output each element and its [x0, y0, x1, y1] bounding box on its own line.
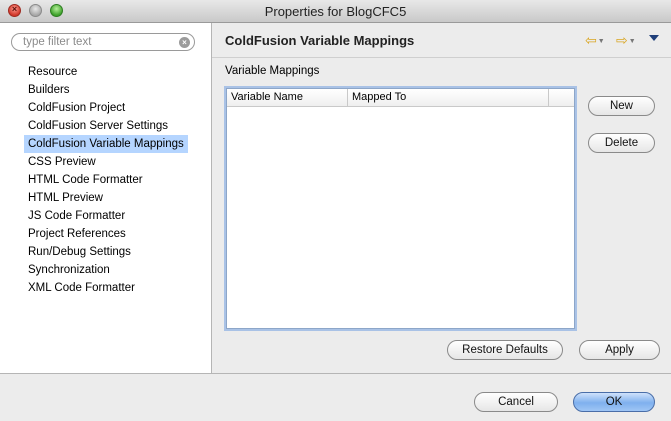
- tree-item[interactable]: XML Code Formatter: [24, 279, 188, 297]
- tree-item[interactable]: JS Code Formatter: [24, 207, 188, 225]
- title-bar: × Properties for BlogCFC5: [0, 0, 671, 23]
- filter-input[interactable]: type filter text ×: [11, 33, 195, 51]
- arrow-right-icon: ⇨: [616, 32, 628, 48]
- ok-button[interactable]: OK: [573, 392, 655, 412]
- window-title: Properties for BlogCFC5: [264, 4, 407, 19]
- delete-button[interactable]: Delete: [588, 133, 655, 153]
- tree-item[interactable]: ColdFusion Server Settings: [24, 117, 188, 135]
- page-header: ColdFusion Variable Mappings ⇦▼ ⇨▼: [212, 23, 671, 58]
- tree-item[interactable]: ColdFusion Variable Mappings: [24, 135, 188, 153]
- tree-item[interactable]: Synchronization: [24, 261, 188, 279]
- filter-placeholder: type filter text: [23, 36, 92, 48]
- chevron-down-icon: ▼: [597, 38, 605, 45]
- clear-icon[interactable]: ×: [179, 37, 190, 48]
- properties-dialog: × Properties for BlogCFC5 type filter te…: [0, 0, 671, 421]
- forward-button[interactable]: ⇨▼: [616, 32, 636, 48]
- column-header-variable-name[interactable]: Variable Name: [227, 89, 348, 106]
- new-button[interactable]: New: [588, 96, 655, 116]
- sidebar: type filter text × Resource Builders ColdF…: [0, 23, 212, 373]
- view-menu-icon[interactable]: [649, 35, 659, 41]
- tree-item[interactable]: Builders: [24, 81, 188, 99]
- tree-item[interactable]: CSS Preview: [24, 153, 188, 171]
- table-header: Variable Name Mapped To: [227, 89, 574, 107]
- tree-item[interactable]: ColdFusion Project: [24, 99, 188, 117]
- column-header-mapped-to[interactable]: Mapped To: [348, 89, 549, 106]
- tree-item[interactable]: Run/Debug Settings: [24, 243, 188, 261]
- apply-button[interactable]: Apply: [579, 340, 660, 360]
- property-tree: Resource Builders ColdFusion Project ColdFu…: [24, 63, 188, 297]
- back-button[interactable]: ⇦▼: [585, 32, 605, 48]
- variable-mappings-table[interactable]: Variable Name Mapped To: [226, 88, 575, 329]
- properties-page: ColdFusion Variable Mappings ⇦▼ ⇨▼ Varia…: [212, 23, 671, 373]
- tree-item[interactable]: Project References: [24, 225, 188, 243]
- tree-item[interactable]: Resource: [24, 63, 188, 81]
- restore-defaults-button[interactable]: Restore Defaults: [447, 340, 563, 360]
- section-label: Variable Mappings: [225, 65, 320, 77]
- cancel-button[interactable]: Cancel: [474, 392, 558, 412]
- dialog-footer: Cancel OK: [0, 373, 671, 421]
- chevron-down-icon: ▼: [628, 38, 636, 45]
- tree-item[interactable]: HTML Code Formatter: [24, 171, 188, 189]
- column-header-filler: [549, 89, 574, 106]
- tree-item[interactable]: HTML Preview: [24, 189, 188, 207]
- page-title: ColdFusion Variable Mappings: [225, 33, 415, 48]
- arrow-left-icon: ⇦: [585, 32, 597, 48]
